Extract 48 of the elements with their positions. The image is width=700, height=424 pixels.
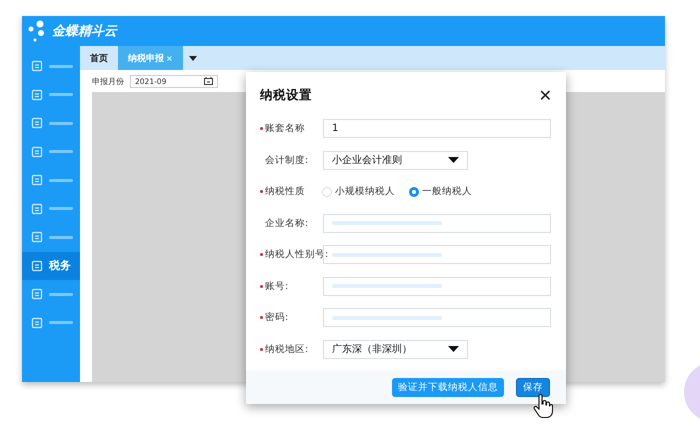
input-field[interactable]	[323, 308, 551, 328]
close-button[interactable]: ✕	[538, 86, 552, 105]
field-label: 账套名称	[265, 122, 305, 136]
field-label: 纳税性质	[265, 185, 305, 198]
document-icon	[31, 316, 43, 329]
input-field[interactable]	[323, 214, 551, 233]
input-field[interactable]: 1	[323, 119, 551, 138]
blurred-label	[49, 178, 73, 182]
document-icon	[31, 117, 43, 130]
radio-button[interactable]	[409, 186, 419, 197]
input-field[interactable]	[323, 276, 551, 296]
caret-icon[interactable]	[188, 56, 197, 60]
field-label: 企业名称:	[265, 216, 308, 230]
field-label: 申报月份	[92, 76, 124, 86]
blurred-label	[49, 207, 73, 210]
document-icon	[31, 146, 43, 158]
document-icon	[31, 260, 43, 272]
sidebar-item[interactable]: 税务	[22, 252, 80, 280]
dropdown[interactable]: 小企业会计准则	[323, 150, 468, 170]
caret-icon	[448, 346, 459, 352]
dropdown[interactable]: 广东深（非深圳）	[323, 340, 468, 359]
blurred-label	[49, 64, 73, 68]
field-label: 密码:	[265, 311, 288, 324]
document-icon	[31, 288, 43, 300]
document-icon	[31, 202, 43, 215]
document-icon	[31, 88, 43, 101]
field-label: 会计制度:	[265, 154, 308, 167]
blurred-label	[49, 93, 73, 96]
document-icon	[31, 174, 43, 186]
blurred-label	[49, 236, 73, 239]
calendar-icon	[204, 77, 213, 85]
radio-option[interactable]: 一般纳税人	[409, 185, 472, 198]
save-button[interactable]: 保存	[516, 378, 550, 396]
input-field[interactable]	[323, 245, 551, 264]
blurred-label	[49, 122, 73, 125]
caret-icon	[448, 157, 459, 164]
radio-option[interactable]: 小规模纳税人	[322, 185, 395, 198]
blurred-label	[49, 150, 73, 154]
field-label: 纳税人性别号:	[265, 248, 328, 262]
tab[interactable]: 首页	[80, 46, 118, 70]
dialog-title: 纳税设置	[260, 87, 312, 104]
field-label: 纳税地区:	[265, 342, 308, 356]
document-icon	[31, 60, 43, 72]
document-icon	[31, 231, 43, 244]
field-label: 账号:	[265, 280, 288, 293]
blurred-label	[49, 321, 73, 324]
blurred-label	[49, 292, 73, 296]
logo-text: 金蝶精斗云	[52, 23, 117, 40]
